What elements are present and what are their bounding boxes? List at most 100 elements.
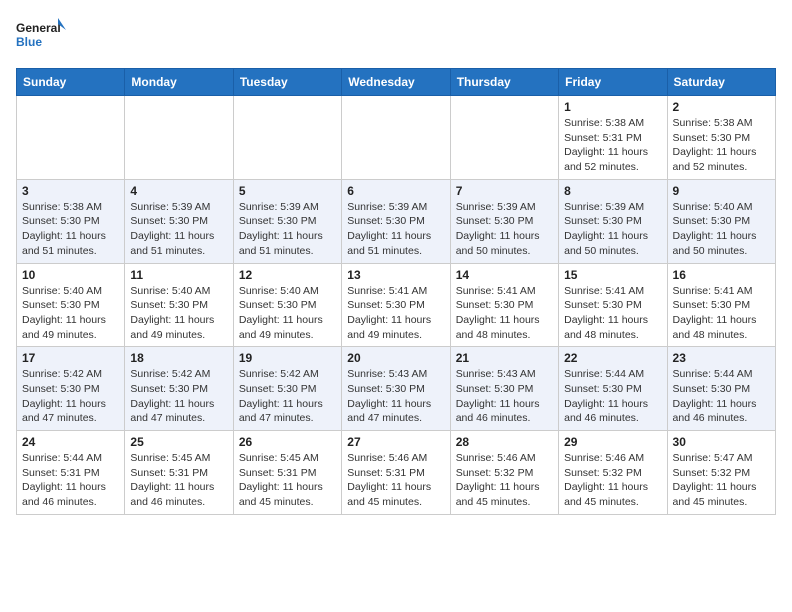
svg-text:General: General bbox=[16, 21, 61, 35]
day-info: Sunrise: 5:38 AM Sunset: 5:31 PM Dayligh… bbox=[564, 116, 661, 175]
calendar-week-row: 3 Sunrise: 5:38 AM Sunset: 5:30 PM Daylig… bbox=[17, 179, 776, 263]
day-info: Sunrise: 5:39 AM Sunset: 5:30 PM Dayligh… bbox=[456, 200, 553, 259]
day-info: Sunrise: 5:46 AM Sunset: 5:32 PM Dayligh… bbox=[564, 451, 661, 510]
day-number: 20 bbox=[347, 351, 444, 365]
calendar-cell: 23 Sunrise: 5:44 AM Sunset: 5:30 PM Dayli… bbox=[667, 347, 775, 431]
calendar-cell bbox=[125, 96, 233, 180]
page-header: General Blue bbox=[16, 16, 776, 60]
day-info: Sunrise: 5:43 AM Sunset: 5:30 PM Dayligh… bbox=[347, 367, 444, 426]
day-info: Sunrise: 5:38 AM Sunset: 5:30 PM Dayligh… bbox=[22, 200, 119, 259]
day-number: 24 bbox=[22, 435, 119, 449]
day-number: 14 bbox=[456, 268, 553, 282]
day-info: Sunrise: 5:39 AM Sunset: 5:30 PM Dayligh… bbox=[347, 200, 444, 259]
calendar-cell: 29 Sunrise: 5:46 AM Sunset: 5:32 PM Dayli… bbox=[559, 431, 667, 515]
day-number: 6 bbox=[347, 184, 444, 198]
day-number: 13 bbox=[347, 268, 444, 282]
calendar-cell: 21Sunrise: 5:43 AM Sunset: 5:30 PM Dayli… bbox=[450, 347, 558, 431]
calendar-cell: 2 Sunrise: 5:38 AM Sunset: 5:30 PM Daylig… bbox=[667, 96, 775, 180]
svg-text:Blue: Blue bbox=[16, 35, 42, 49]
day-number: 26 bbox=[239, 435, 336, 449]
calendar-cell: 10Sunrise: 5:40 AM Sunset: 5:30 PM Dayli… bbox=[17, 263, 125, 347]
day-info: Sunrise: 5:39 AM Sunset: 5:30 PM Dayligh… bbox=[564, 200, 661, 259]
calendar-col-saturday: Saturday bbox=[667, 69, 775, 96]
day-info: Sunrise: 5:46 AM Sunset: 5:32 PM Dayligh… bbox=[456, 451, 553, 510]
day-info: Sunrise: 5:44 AM Sunset: 5:30 PM Dayligh… bbox=[673, 367, 770, 426]
day-number: 1 bbox=[564, 100, 661, 114]
day-info: Sunrise: 5:46 AM Sunset: 5:31 PM Dayligh… bbox=[347, 451, 444, 510]
day-number: 11 bbox=[130, 268, 227, 282]
calendar-cell: 1 Sunrise: 5:38 AM Sunset: 5:31 PM Daylig… bbox=[559, 96, 667, 180]
calendar-cell: 15 Sunrise: 5:41 AM Sunset: 5:30 PM Dayli… bbox=[559, 263, 667, 347]
calendar-cell: 9Sunrise: 5:40 AM Sunset: 5:30 PM Daylig… bbox=[667, 179, 775, 263]
day-info: Sunrise: 5:42 AM Sunset: 5:30 PM Dayligh… bbox=[239, 367, 336, 426]
logo-svg: General Blue bbox=[16, 16, 66, 60]
calendar-cell: 14 Sunrise: 5:41 AM Sunset: 5:30 PM Dayli… bbox=[450, 263, 558, 347]
day-number: 4 bbox=[130, 184, 227, 198]
day-number: 28 bbox=[456, 435, 553, 449]
calendar-col-thursday: Thursday bbox=[450, 69, 558, 96]
calendar-cell: 6 Sunrise: 5:39 AM Sunset: 5:30 PM Daylig… bbox=[342, 179, 450, 263]
day-info: Sunrise: 5:40 AM Sunset: 5:30 PM Dayligh… bbox=[130, 284, 227, 343]
calendar-table: SundayMondayTuesdayWednesdayThursdayFrid… bbox=[16, 68, 776, 515]
day-number: 7 bbox=[456, 184, 553, 198]
day-info: Sunrise: 5:41 AM Sunset: 5:30 PM Dayligh… bbox=[564, 284, 661, 343]
calendar-cell: 19 Sunrise: 5:42 AM Sunset: 5:30 PM Dayli… bbox=[233, 347, 341, 431]
calendar-cell: 17Sunrise: 5:42 AM Sunset: 5:30 PM Dayli… bbox=[17, 347, 125, 431]
day-info: Sunrise: 5:45 AM Sunset: 5:31 PM Dayligh… bbox=[130, 451, 227, 510]
day-info: Sunrise: 5:41 AM Sunset: 5:30 PM Dayligh… bbox=[673, 284, 770, 343]
calendar-cell: 30 Sunrise: 5:47 AM Sunset: 5:32 PM Dayli… bbox=[667, 431, 775, 515]
calendar-cell bbox=[233, 96, 341, 180]
day-number: 30 bbox=[673, 435, 770, 449]
day-number: 27 bbox=[347, 435, 444, 449]
day-info: Sunrise: 5:40 AM Sunset: 5:30 PM Dayligh… bbox=[22, 284, 119, 343]
day-info: Sunrise: 5:41 AM Sunset: 5:30 PM Dayligh… bbox=[456, 284, 553, 343]
calendar-week-row: 24 Sunrise: 5:44 AM Sunset: 5:31 PM Dayli… bbox=[17, 431, 776, 515]
day-number: 8 bbox=[564, 184, 661, 198]
day-info: Sunrise: 5:41 AM Sunset: 5:30 PM Dayligh… bbox=[347, 284, 444, 343]
calendar-cell: 3 Sunrise: 5:38 AM Sunset: 5:30 PM Daylig… bbox=[17, 179, 125, 263]
calendar-cell: 16 Sunrise: 5:41 AM Sunset: 5:30 PM Dayli… bbox=[667, 263, 775, 347]
day-number: 16 bbox=[673, 268, 770, 282]
calendar-col-monday: Monday bbox=[125, 69, 233, 96]
day-info: Sunrise: 5:44 AM Sunset: 5:30 PM Dayligh… bbox=[564, 367, 661, 426]
calendar-cell: 22 Sunrise: 5:44 AM Sunset: 5:30 PM Dayli… bbox=[559, 347, 667, 431]
calendar-week-row: 10Sunrise: 5:40 AM Sunset: 5:30 PM Dayli… bbox=[17, 263, 776, 347]
day-info: Sunrise: 5:40 AM Sunset: 5:30 PM Dayligh… bbox=[239, 284, 336, 343]
day-number: 12 bbox=[239, 268, 336, 282]
day-number: 17 bbox=[22, 351, 119, 365]
calendar-cell: 18Sunrise: 5:42 AM Sunset: 5:30 PM Dayli… bbox=[125, 347, 233, 431]
day-number: 5 bbox=[239, 184, 336, 198]
day-info: Sunrise: 5:47 AM Sunset: 5:32 PM Dayligh… bbox=[673, 451, 770, 510]
calendar-cell bbox=[342, 96, 450, 180]
day-number: 15 bbox=[564, 268, 661, 282]
day-info: Sunrise: 5:40 AM Sunset: 5:30 PM Dayligh… bbox=[673, 200, 770, 259]
calendar-cell: 26 Sunrise: 5:45 AM Sunset: 5:31 PM Dayli… bbox=[233, 431, 341, 515]
day-info: Sunrise: 5:45 AM Sunset: 5:31 PM Dayligh… bbox=[239, 451, 336, 510]
day-number: 2 bbox=[673, 100, 770, 114]
day-number: 19 bbox=[239, 351, 336, 365]
calendar-week-row: 17 Sunrise: 5:42 AM Sunset: 5:30 PM Dayli… bbox=[17, 347, 776, 431]
calendar-col-wednesday: Wednesday bbox=[342, 69, 450, 96]
calendar-cell bbox=[450, 96, 558, 180]
day-info: Sunrise: 5:44 AM Sunset: 5:31 PM Dayligh… bbox=[22, 451, 119, 510]
day-info: Sunrise: 5:38 AM Sunset: 5:30 PM Dayligh… bbox=[673, 116, 770, 175]
day-number: 3 bbox=[22, 184, 119, 198]
calendar-cell: 13 Sunrise: 5:41 AM Sunset: 5:30 PM Dayli… bbox=[342, 263, 450, 347]
day-info: Sunrise: 5:43 AM Sunset: 5:30 PM Dayligh… bbox=[456, 367, 553, 426]
calendar-cell: 11 Sunrise: 5:40 AM Sunset: 5:30 PM Dayli… bbox=[125, 263, 233, 347]
calendar-cell: 8 Sunrise: 5:39 AM Sunset: 5:30 PM Daylig… bbox=[559, 179, 667, 263]
day-number: 22 bbox=[564, 351, 661, 365]
calendar-col-friday: Friday bbox=[559, 69, 667, 96]
day-number: 23 bbox=[673, 351, 770, 365]
day-number: 29 bbox=[564, 435, 661, 449]
calendar-header-row: SundayMondayTuesdayWednesdayThursdayFrid… bbox=[17, 69, 776, 96]
day-number: 25 bbox=[130, 435, 227, 449]
day-info: Sunrise: 5:39 AM Sunset: 5:30 PM Dayligh… bbox=[239, 200, 336, 259]
calendar-cell: 24 Sunrise: 5:44 AM Sunset: 5:31 PM Dayli… bbox=[17, 431, 125, 515]
calendar-cell: 7 Sunrise: 5:39 AM Sunset: 5:30 PM Daylig… bbox=[450, 179, 558, 263]
calendar-col-tuesday: Tuesday bbox=[233, 69, 341, 96]
day-number: 18 bbox=[130, 351, 227, 365]
calendar-cell: 27 Sunrise: 5:46 AM Sunset: 5:31 PM Dayli… bbox=[342, 431, 450, 515]
calendar-cell: 25 Sunrise: 5:45 AM Sunset: 5:31 PM Dayli… bbox=[125, 431, 233, 515]
calendar-cell: 20 Sunrise: 5:43 AM Sunset: 5:30 PM Dayli… bbox=[342, 347, 450, 431]
